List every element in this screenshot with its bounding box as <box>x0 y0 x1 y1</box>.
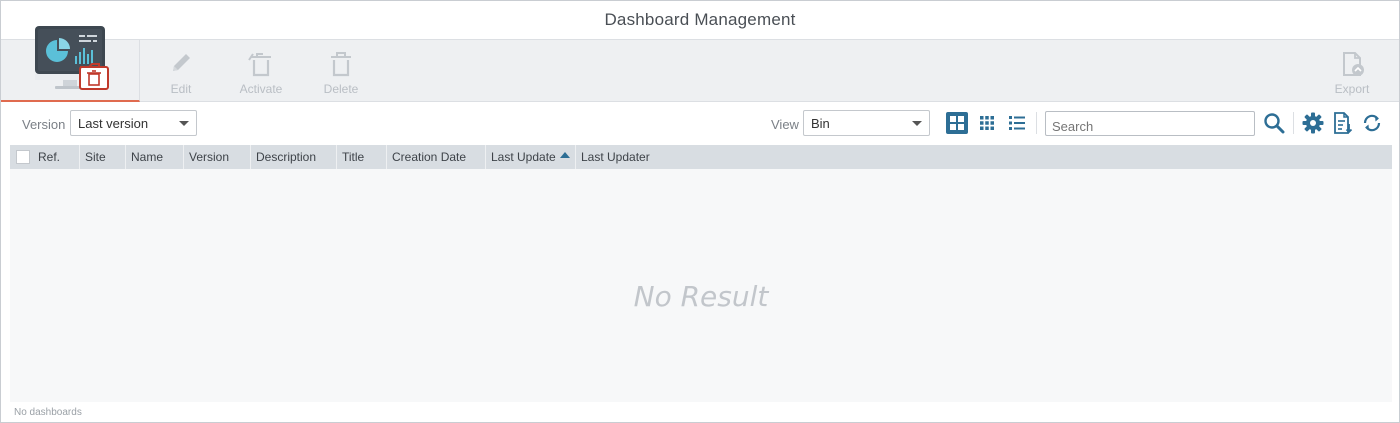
version-label: Version <box>22 117 66 132</box>
gear-icon[interactable] <box>1301 111 1325 135</box>
sort-ascending-icon <box>559 152 570 158</box>
search-icon[interactable] <box>1262 111 1286 135</box>
window-title: Dashboard Management <box>604 10 796 29</box>
trash-icon <box>331 52 351 77</box>
column-header-last-updater[interactable]: Last Updater <box>576 145 686 169</box>
app-tab[interactable] <box>1 26 140 102</box>
column-header-title[interactable]: Title <box>337 145 387 169</box>
column-header-label: Ref. <box>38 150 61 164</box>
dashboard-management-window: Dashboard Management Edit Activate Delet… <box>0 0 1400 423</box>
empty-state-text: No Result <box>633 280 769 313</box>
grid-header: Ref. Site Name Version Description Title… <box>10 145 1392 169</box>
view-select[interactable]: Bin <box>803 110 930 136</box>
dashboard-bin-icon <box>35 26 109 90</box>
refresh-icon[interactable] <box>1360 111 1384 135</box>
status-text: No dashboards <box>14 407 82 418</box>
column-header-creation-date[interactable]: Creation Date <box>387 145 486 169</box>
version-select-value: Last version <box>78 116 149 131</box>
view-select-value: Bin <box>811 116 830 131</box>
list-icon[interactable] <box>1005 111 1029 135</box>
edit-label: Edit <box>170 82 192 96</box>
version-select[interactable]: Last version <box>70 110 197 136</box>
column-header-description[interactable]: Description <box>251 145 337 169</box>
title-bar: Dashboard Management <box>1 1 1399 40</box>
column-header-last-update[interactable]: Last Update <box>486 145 576 169</box>
toolbar: Version Last version View Bin <box>1 102 1399 144</box>
toolbar-divider <box>1036 112 1037 134</box>
ribbon: Edit Activate Delete Export <box>1 26 1399 102</box>
export-label: Export <box>1334 82 1370 96</box>
column-header-site[interactable]: Site <box>80 145 126 169</box>
toolbar-divider <box>1293 112 1294 134</box>
large-tiles-icon[interactable] <box>945 111 969 135</box>
chevron-down-icon <box>912 121 922 126</box>
delete-label: Delete <box>323 82 359 96</box>
export-icon <box>1343 52 1364 76</box>
column-header-ref[interactable]: Ref. <box>10 145 80 169</box>
dashboard-grid: Ref. Site Name Version Description Title… <box>10 145 1392 402</box>
column-header-label: Last Update <box>491 150 556 164</box>
csv-export-icon[interactable] <box>1330 111 1354 135</box>
select-all-checkbox[interactable] <box>16 150 30 164</box>
view-label: View <box>771 117 799 132</box>
column-header-name[interactable]: Name <box>126 145 184 169</box>
activate-icon <box>248 53 271 77</box>
search-input[interactable] <box>1045 111 1255 136</box>
edit-button[interactable]: Edit <box>141 40 221 102</box>
delete-button[interactable]: Delete <box>301 40 381 102</box>
small-tiles-icon[interactable] <box>975 111 999 135</box>
pencil-icon <box>173 54 190 71</box>
export-button[interactable]: Export <box>1312 40 1392 102</box>
chevron-down-icon <box>179 121 189 126</box>
activate-button[interactable]: Activate <box>221 40 301 102</box>
column-header-version[interactable]: Version <box>184 145 251 169</box>
activate-label: Activate <box>239 82 283 96</box>
